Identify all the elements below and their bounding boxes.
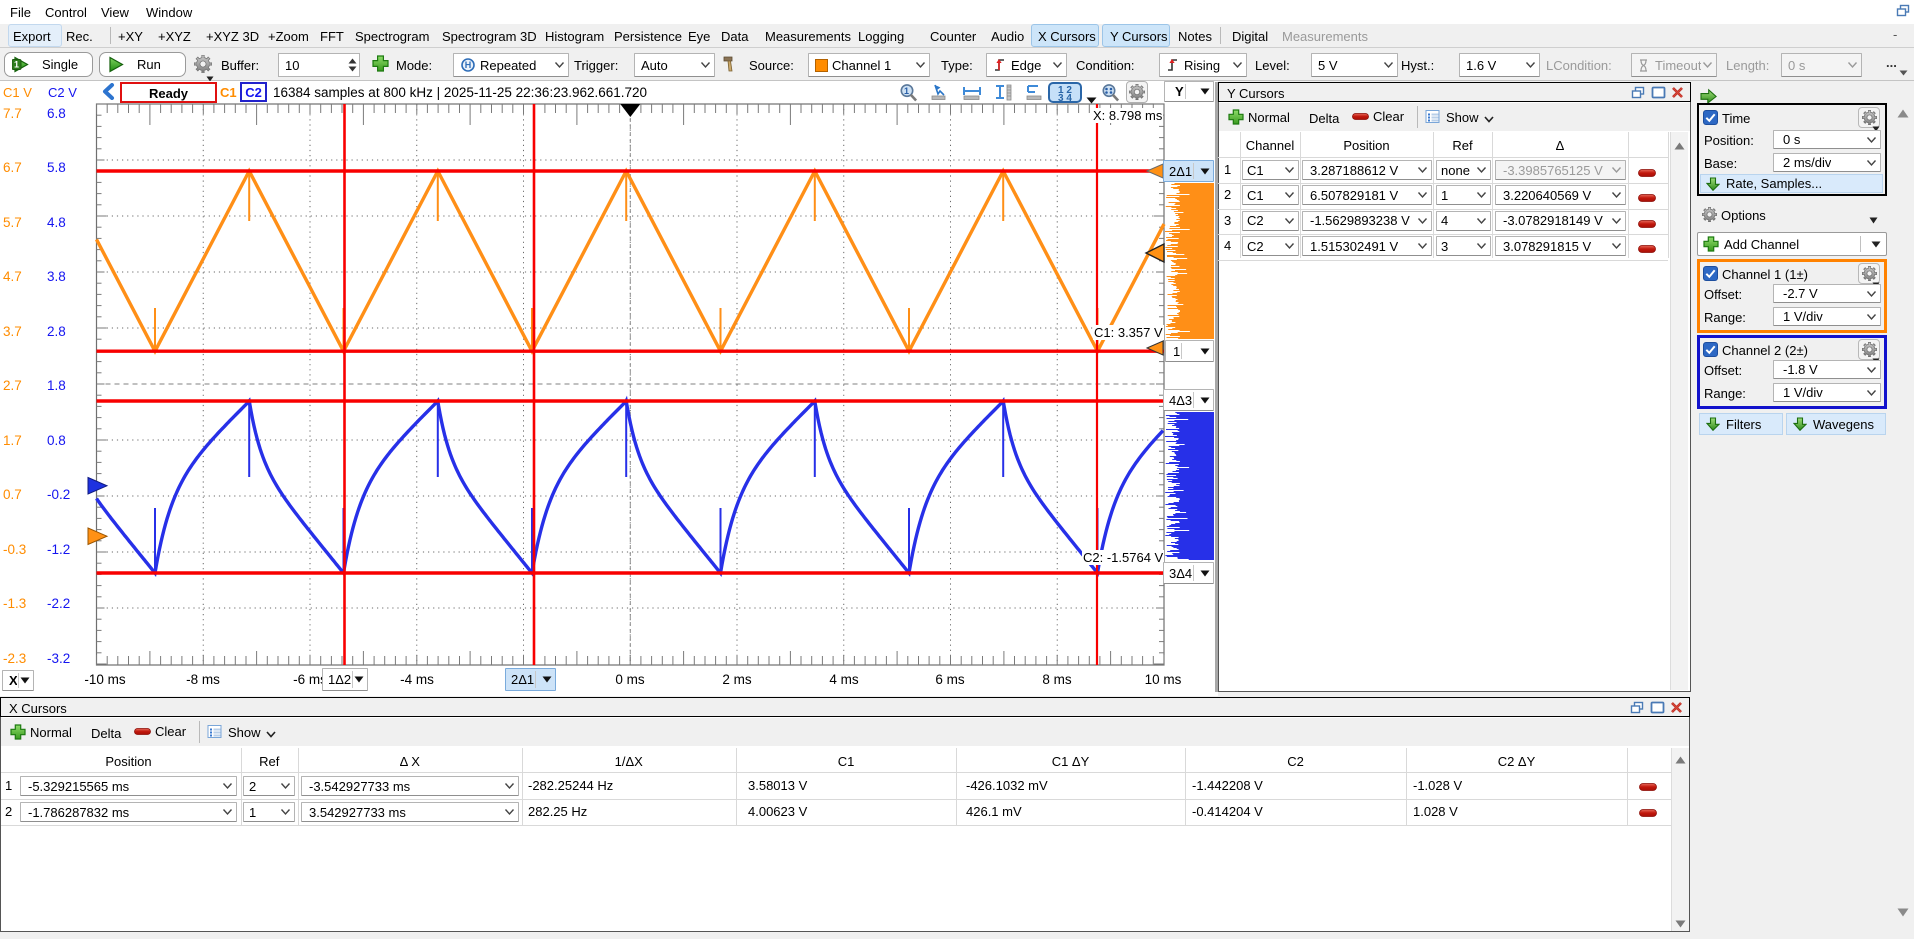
svg-text:H: H [465, 60, 472, 70]
svg-text:1: 1 [904, 86, 909, 96]
svg-text:1: 1 [14, 60, 19, 70]
